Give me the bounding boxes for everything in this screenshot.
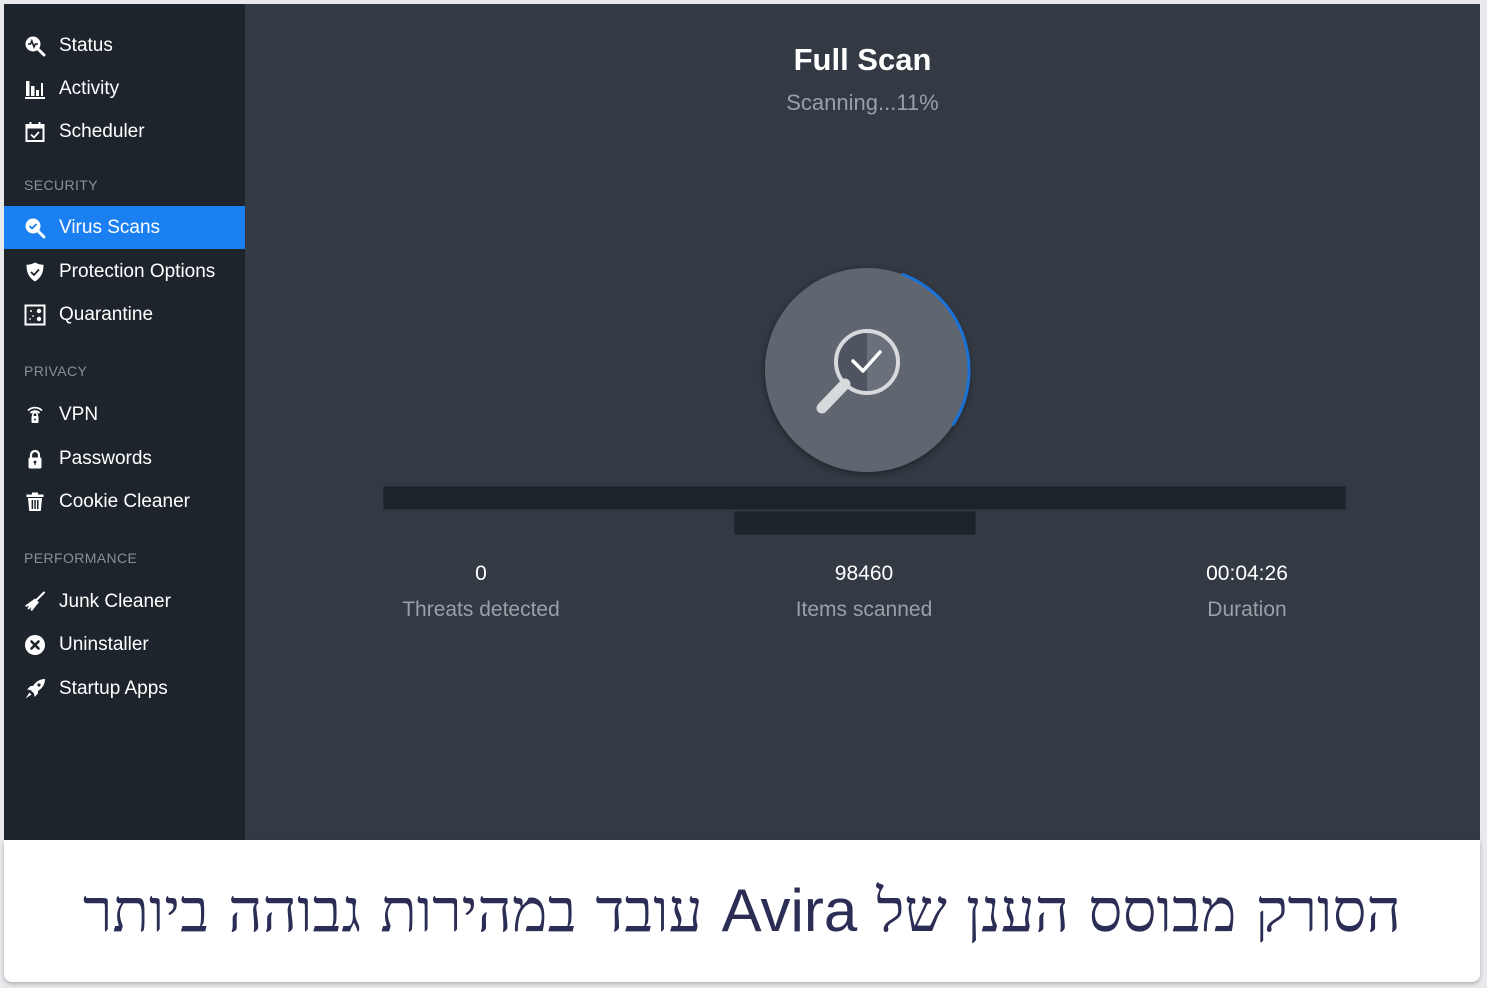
sidebar-item-vpn[interactable]: VPN: [4, 393, 245, 436]
stat-value: 98460: [834, 562, 894, 585]
sidebar-item-label: Startup Apps: [59, 677, 168, 699]
sidebar-item-label: Junk Cleaner: [59, 590, 171, 612]
rocket-icon: [24, 678, 46, 700]
sidebar-item-cookie-cleaner[interactable]: Cookie Cleaner: [4, 480, 245, 523]
caption-text-after: עובד במהירות גבוהה ביותר: [82, 876, 722, 946]
sidebar-item-label: VPN: [59, 403, 99, 425]
sidebar-item-label: Cookie Cleaner: [59, 490, 190, 512]
section-label-privacy: PRIVACY: [24, 363, 88, 379]
sidebar-item-uninstaller[interactable]: Uninstaller: [4, 623, 245, 666]
sidebar-item-protection-options[interactable]: Protection Options: [4, 250, 245, 293]
app-window: Status Activity Scheduler SECURITY Virus…: [4, 4, 1480, 840]
stat-value: 0: [475, 562, 487, 585]
calendar-check-icon: [24, 121, 46, 143]
scan-status-text: Scanning...11%: [786, 90, 939, 115]
scan-progress-ring: [765, 268, 971, 472]
sidebar-item-label: Scheduler: [59, 120, 145, 142]
quarantine-box-icon: [24, 304, 46, 326]
x-circle-icon: [24, 634, 46, 656]
sidebar-item-junk-cleaner[interactable]: Junk Cleaner: [4, 580, 245, 623]
sidebar-item-label: Quarantine: [59, 303, 154, 325]
sidebar-item-activity[interactable]: Activity: [4, 67, 245, 110]
page-title: Full Scan: [793, 42, 932, 77]
sidebar-item-passwords[interactable]: Passwords: [4, 437, 245, 480]
sidebar-item-startup-apps[interactable]: Startup Apps: [4, 667, 245, 710]
sidebar-item-label: Activity: [59, 77, 120, 99]
trash-icon: [24, 491, 46, 513]
bar-chart-icon: [24, 78, 46, 100]
section-label-security: SECURITY: [24, 177, 98, 193]
redacted-file-name: [734, 511, 976, 535]
sidebar: Status Activity Scheduler SECURITY Virus…: [4, 4, 245, 840]
sidebar-item-quarantine[interactable]: Quarantine: [4, 293, 245, 336]
broom-icon: [24, 591, 46, 613]
status-magnifier-pulse-icon: [24, 35, 46, 57]
stat-label: Duration: [1207, 598, 1287, 621]
caption-brand: Avira: [721, 877, 858, 944]
stat-value: 00:04:26: [1206, 562, 1288, 585]
sidebar-item-label: Passwords: [59, 447, 152, 469]
stat-duration: 00:04:26 Duration: [1097, 562, 1397, 622]
sidebar-item-scheduler[interactable]: Scheduler: [4, 110, 245, 153]
stat-threats-detected: 0 Threats detected: [331, 562, 631, 622]
padlock-icon: [24, 448, 46, 470]
wifi-lock-icon: [24, 404, 46, 426]
sidebar-item-virus-scans[interactable]: Virus Scans: [4, 206, 245, 249]
stat-items-scanned: 98460 Items scanned: [714, 562, 1014, 622]
stat-label: Threats detected: [402, 598, 560, 621]
caption-text: הסורק מבוסס הענן של Avira עובד במהירות ג…: [83, 876, 1401, 946]
sidebar-item-status[interactable]: Status: [4, 24, 245, 67]
caption-text-before: הסורק מבוסס הענן של: [857, 876, 1402, 946]
magnifier-check-icon: [24, 217, 46, 239]
stat-label: Items scanned: [795, 598, 933, 621]
scan-panel: Full Scan Scanning...11% 0 Threats detec…: [245, 4, 1480, 840]
shield-check-icon: [24, 261, 46, 283]
sidebar-item-label: Uninstaller: [59, 633, 149, 655]
redacted-file-path: [383, 486, 1346, 510]
sidebar-item-label: Virus Scans: [59, 216, 161, 238]
sidebar-item-label: Status: [59, 34, 113, 56]
sidebar-item-label: Protection Options: [59, 260, 216, 282]
section-label-performance: PERFORMANCE: [24, 550, 138, 566]
caption-banner: הסורק מבוסס הענן של Avira עובד במהירות ג…: [4, 840, 1480, 982]
